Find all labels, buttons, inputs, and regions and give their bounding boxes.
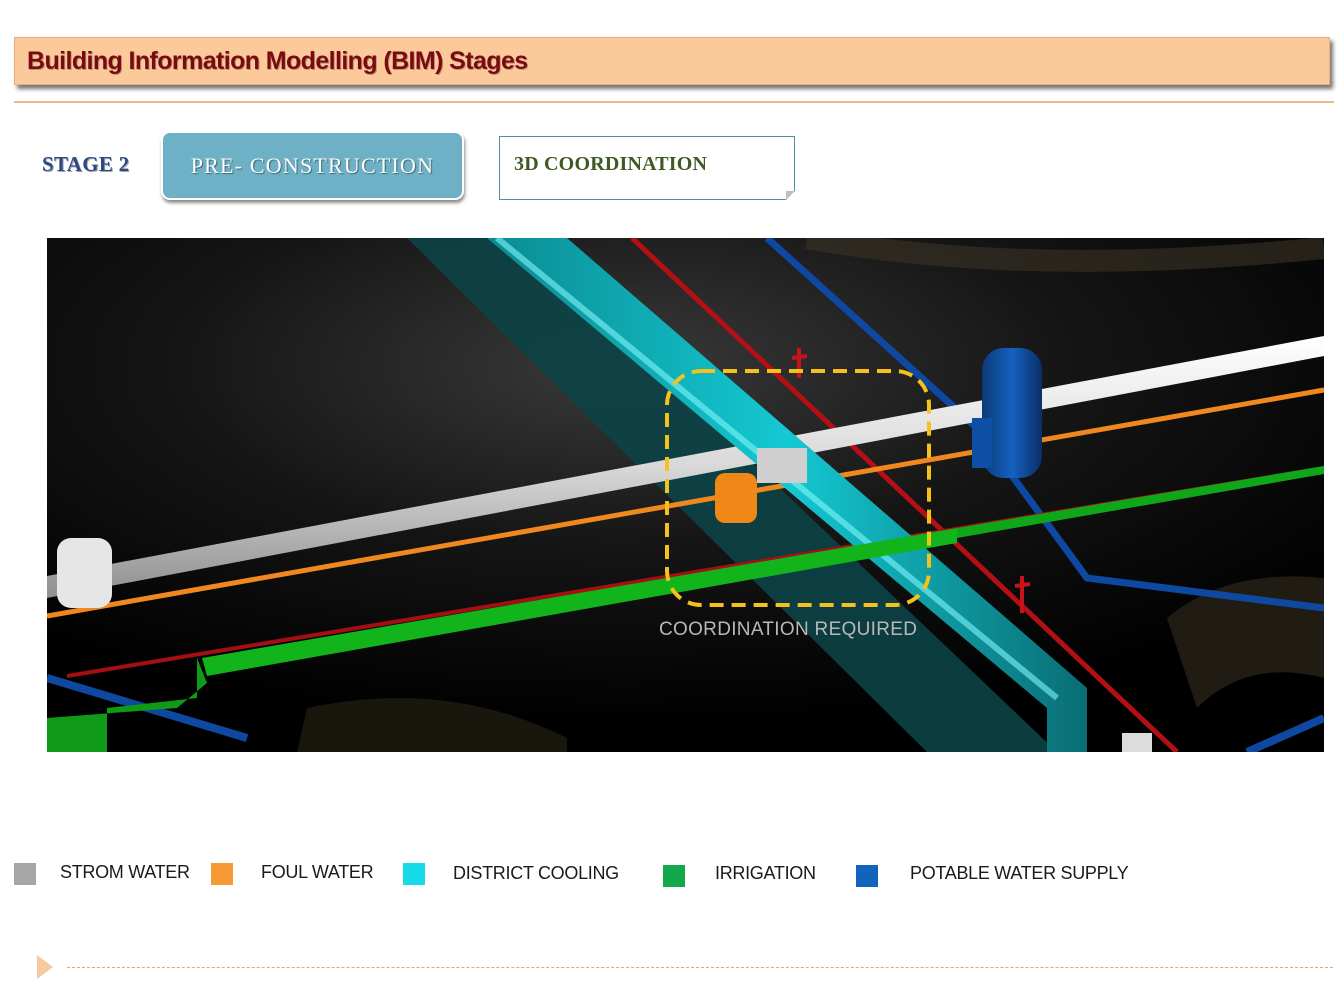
coordination-callout-label: COORDINATION REQUIRED bbox=[659, 619, 918, 640]
legend-label: DISTRICT COOLING bbox=[453, 863, 619, 883]
footer-divider bbox=[67, 967, 1333, 968]
legend-swatch bbox=[663, 865, 685, 887]
title-bar: Building Information Modelling (BIM) Sta… bbox=[14, 37, 1330, 85]
phase-button[interactable]: PRE- CONSTRUCTION bbox=[161, 131, 464, 200]
topic-label: 3D COORDINATION bbox=[514, 153, 708, 175]
legend-label: FOUL WATER bbox=[261, 862, 374, 882]
legend-label: IRRIGATION bbox=[715, 863, 816, 883]
phase-button-label: PRE- CONSTRUCTION bbox=[190, 153, 435, 178]
pipe-network-illustration bbox=[47, 238, 1324, 752]
legend-swatch bbox=[211, 863, 233, 885]
legend: STROM WATER FOUL WATER DISTRICT COOLING … bbox=[0, 860, 1344, 890]
legend-swatch bbox=[856, 865, 878, 887]
footer-arrow-icon bbox=[37, 955, 53, 979]
legend-label: STROM WATER bbox=[60, 862, 190, 882]
legend-label: POTABLE WATER SUPPLY bbox=[910, 863, 1129, 883]
header-divider bbox=[14, 101, 1334, 103]
stage-label: STAGE 2 bbox=[42, 152, 130, 176]
legend-swatch bbox=[403, 863, 425, 885]
bim-model-render: COORDINATION REQUIRED bbox=[47, 238, 1324, 752]
legend-swatch bbox=[14, 863, 36, 885]
page-title: Building Information Modelling (BIM) Sta… bbox=[27, 47, 528, 75]
topic-box: 3D COORDINATION bbox=[499, 136, 795, 200]
